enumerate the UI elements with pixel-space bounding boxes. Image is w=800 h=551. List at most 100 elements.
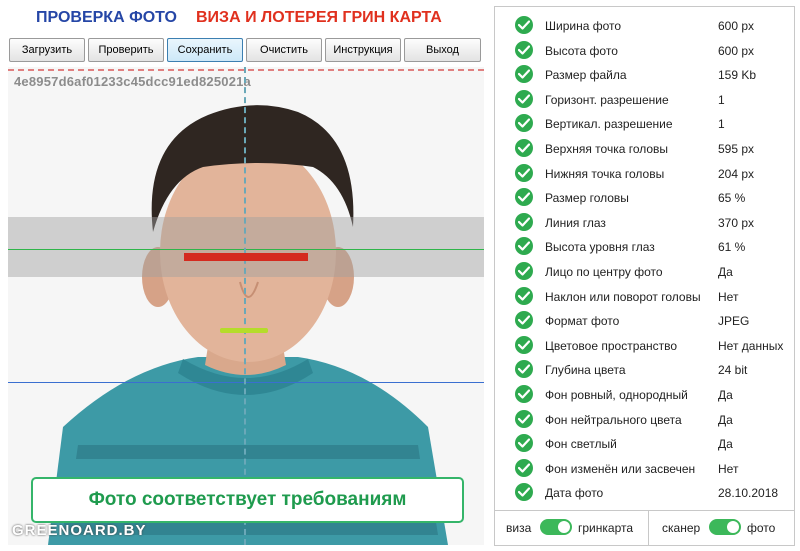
- check-row: Фон светлый Да: [495, 432, 795, 456]
- check-value: 24 bit: [718, 363, 748, 378]
- toggle-knob: [558, 521, 570, 533]
- check-value: 65 %: [718, 191, 746, 206]
- check-ok-icon: [515, 458, 533, 477]
- check-row: Фон нейтрального цвета Да: [495, 408, 795, 432]
- check-value: 1: [718, 92, 725, 107]
- check-label: Горизонт. разрешение: [545, 92, 669, 107]
- check-row: Наклон или поворот головы Нет: [495, 285, 795, 309]
- checks-panel: Ширина фото 600 px Высота фото 600 px Размер…: [494, 6, 795, 546]
- check-ok-icon: [515, 360, 533, 379]
- check-ok-icon: [515, 188, 533, 207]
- check-row: Высота уровня глаз 61 %: [495, 235, 795, 259]
- check-row: Ширина фото 600 px: [495, 14, 795, 38]
- check-row: Линия глаз 370 px: [495, 211, 795, 235]
- check-value: 204 px: [718, 166, 755, 181]
- check-value: 28.10.2018: [718, 486, 779, 501]
- check-ok-icon: [515, 483, 533, 502]
- check-label: Верхняя точка головы: [545, 142, 669, 156]
- check-label: Высота фото: [545, 43, 618, 58]
- check-row: Горизонт. разрешение 1: [495, 88, 795, 112]
- check-ok-icon: [515, 40, 533, 59]
- check-ok-icon: [515, 335, 533, 354]
- check-label: Формат фото: [545, 314, 620, 329]
- check-value: Да: [718, 437, 733, 452]
- panel-divider: [495, 510, 795, 511]
- app-subtitle: ВИЗА И ЛОТЕРЕЯ ГРИН КАРТА: [196, 9, 442, 26]
- check-ok-icon: [515, 89, 533, 108]
- toolbar: Загрузить Проверить Сохранить Очистить И…: [9, 38, 481, 62]
- mode-toggle[interactable]: [540, 519, 572, 535]
- check-row: Дата фото 28.10.2018: [495, 481, 795, 505]
- check-label: Фон ровный, однородный: [545, 388, 688, 402]
- check-value: 595 px: [718, 142, 755, 156]
- toggle-divider: [648, 511, 649, 546]
- check-ok-icon: [515, 262, 533, 280]
- check-value: 61 %: [718, 240, 746, 255]
- toggle-knob: [727, 521, 739, 533]
- check-value: 600 px: [718, 19, 755, 33]
- check-label: Размер файла: [545, 68, 627, 83]
- mouth-line-marker: [220, 328, 268, 333]
- check-button[interactable]: Проверить: [88, 38, 164, 62]
- check-label: Размер головы: [545, 191, 629, 206]
- check-row: Размер головы 65 %: [495, 186, 795, 210]
- check-ok-icon: [515, 311, 533, 330]
- eye-level-guide: [8, 249, 484, 250]
- photo-viewer[interactable]: 4e8957d6af01233c45dcc91ed825021a: [8, 67, 484, 545]
- check-label: Цветовое пространство: [545, 338, 678, 353]
- check-value: Нет данных: [718, 338, 784, 353]
- check-ok-icon: [515, 385, 533, 403]
- check-label: Глубина цвета: [545, 363, 626, 378]
- check-label: Дата фото: [545, 486, 604, 501]
- check-ok-icon: [515, 286, 533, 305]
- check-ok-icon: [515, 163, 533, 182]
- source-photo-label: фото: [747, 521, 776, 535]
- source-toggle[interactable]: [709, 519, 741, 535]
- check-row: Размер файла 159 Kb: [495, 63, 795, 87]
- check-value: 600 px: [718, 43, 755, 58]
- check-row: Высота фото 600 px: [495, 39, 795, 63]
- check-ok-icon: [515, 237, 533, 256]
- photo-hash: 4e8957d6af01233c45dcc91ed825021a: [14, 74, 251, 89]
- check-row: Фон ровный, однородный Да: [495, 383, 795, 407]
- top-margin-guide: [8, 69, 484, 71]
- app-title: ПРОВЕРКА ФОТО: [36, 9, 177, 26]
- check-row: Лицо по центру фото Да: [495, 260, 795, 284]
- check-row: Цветовое пространство Нет данных: [495, 334, 795, 358]
- load-button[interactable]: Загрузить: [9, 38, 85, 62]
- instruction-button[interactable]: Инструкция: [325, 38, 401, 62]
- check-value: Да: [718, 412, 733, 427]
- source-scanner-label: сканер: [662, 521, 701, 535]
- portrait-image: [8, 67, 484, 545]
- chin-level-guide: [8, 382, 484, 383]
- check-value: Нет: [718, 461, 739, 476]
- check-value: 159 Kb: [718, 68, 757, 83]
- clear-button[interactable]: Очистить: [246, 38, 322, 62]
- check-row: Вертикал. разрешение 1: [495, 112, 795, 136]
- center-guide: [244, 67, 246, 545]
- check-label: Нижняя точка головы: [545, 166, 665, 181]
- check-row: Фон изменён или засвечен Нет: [495, 457, 795, 481]
- check-label: Фон светлый: [545, 437, 617, 452]
- check-ok-icon: [515, 409, 533, 428]
- check-row: Глубина цвета 24 bit: [495, 358, 795, 382]
- eye-line-marker: [184, 253, 308, 261]
- check-value: Да: [718, 388, 733, 402]
- check-label: Вертикал. разрешение: [545, 117, 673, 132]
- result-message: Фото соответствует требованиям: [31, 477, 464, 523]
- check-label: Высота уровня глаз: [545, 240, 655, 255]
- check-label: Лицо по центру фото: [545, 265, 663, 279]
- check-row: Формат фото JPEG: [495, 309, 795, 333]
- check-label: Наклон или поворот головы: [545, 289, 701, 304]
- save-button[interactable]: Сохранить: [167, 38, 243, 62]
- check-ok-icon: [515, 114, 533, 133]
- mode-visa-label: виза: [506, 521, 532, 535]
- check-label: Линия глаз: [545, 215, 606, 230]
- check-row: Верхняя точка головы 595 px: [495, 137, 795, 161]
- check-value: 1: [718, 117, 725, 132]
- exit-button[interactable]: Выход: [404, 38, 481, 62]
- eye-zone-band: [8, 217, 484, 277]
- check-value: Нет: [718, 289, 739, 304]
- check-value: 370 px: [718, 215, 755, 230]
- mode-greencard-label: гринкарта: [578, 521, 634, 535]
